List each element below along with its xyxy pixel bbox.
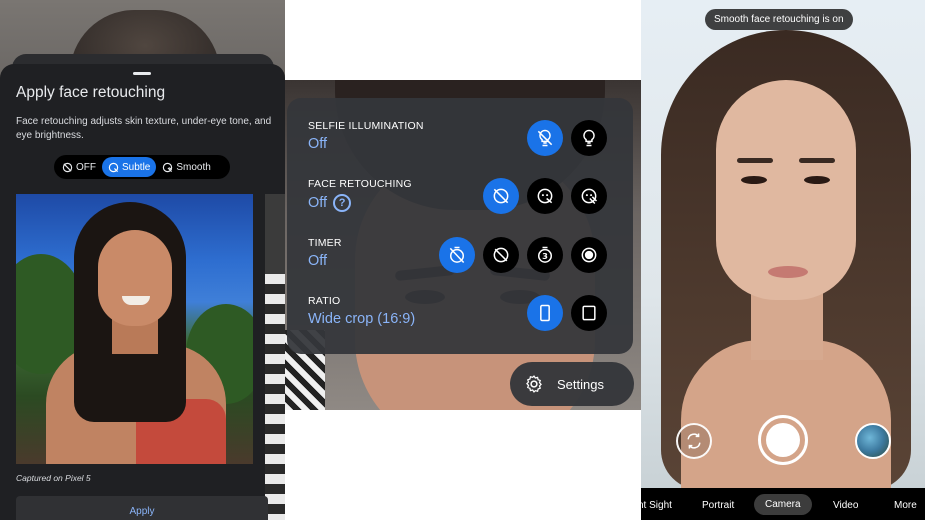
retouch-option-smooth-label: Smooth bbox=[176, 161, 211, 173]
retouch-option-subtle[interactable]: Subtle bbox=[102, 157, 157, 177]
selfie-illumination-row: SELFIE ILLUMINATION Off bbox=[308, 120, 424, 152]
timer-off-alt-icon bbox=[493, 247, 509, 263]
selfie-illumination-value-text: Off bbox=[308, 136, 328, 152]
sheet-title: Apply face retouching bbox=[16, 84, 166, 101]
face-retouch-smooth-button[interactable] bbox=[571, 178, 607, 214]
timer-3s-glyph: 3 bbox=[542, 251, 548, 261]
switch-camera-button[interactable] bbox=[676, 423, 712, 459]
timer-off-button[interactable] bbox=[439, 237, 475, 273]
camera-viewfinder[interactable]: Smooth face retouching is on bbox=[641, 0, 925, 488]
settings-label: Settings bbox=[557, 376, 604, 392]
timer-alt-off-button[interactable] bbox=[483, 237, 519, 273]
face-subtle-icon bbox=[537, 188, 553, 204]
face-retouch-off-button[interactable] bbox=[483, 178, 519, 214]
photo-subject-face bbox=[98, 230, 172, 326]
timer-label: TIMER bbox=[308, 237, 342, 249]
face-retouching-value-text: Off bbox=[308, 195, 328, 211]
subject-eye-right bbox=[804, 176, 830, 184]
photo-caption: Captured on Pixel 5 bbox=[16, 473, 91, 483]
switch-camera-icon bbox=[687, 433, 701, 449]
timer-value-text: Off bbox=[308, 253, 328, 269]
bulb-icon bbox=[583, 129, 595, 147]
face-smooth-icon bbox=[581, 188, 598, 205]
timer-10s-icon bbox=[581, 247, 597, 263]
timer-value: Off bbox=[308, 253, 342, 269]
ratio-16-9-button[interactable] bbox=[527, 295, 563, 331]
ratio-row: RATIO Wide crop (16:9) bbox=[308, 295, 415, 327]
retouch-option-smooth[interactable]: Smooth bbox=[156, 157, 216, 177]
face-retouching-label: FACE RETOUCHING bbox=[308, 178, 412, 190]
subject-eye-left bbox=[741, 176, 767, 184]
illumination-on-button[interactable] bbox=[571, 120, 607, 156]
gallery-thumbnail[interactable] bbox=[855, 423, 891, 459]
next-sample-photo[interactable] bbox=[265, 194, 285, 520]
sheet-description: Face retouching adjusts skin texture, un… bbox=[16, 116, 272, 141]
next-sample-photo-top bbox=[265, 194, 285, 274]
mode-portrait[interactable]: Portrait bbox=[702, 500, 734, 511]
shutter-inner bbox=[766, 423, 800, 457]
timer-3s-icon: 3 bbox=[538, 246, 552, 263]
sample-portrait-photo[interactable] bbox=[16, 194, 253, 464]
illumination-off-button[interactable] bbox=[527, 120, 563, 156]
camera-viewfinder-panel: Smooth face retouching is on nt Sight Po… bbox=[641, 0, 925, 520]
settings-button[interactable]: Settings bbox=[510, 362, 634, 406]
mode-more[interactable]: More bbox=[894, 500, 917, 511]
mode-night-sight[interactable]: nt Sight bbox=[641, 500, 672, 511]
face-retouching-row: FACE RETOUCHING Off ? bbox=[308, 178, 412, 212]
ratio-4-3-icon bbox=[582, 305, 596, 321]
ratio-16-9-icon bbox=[540, 304, 550, 322]
subject-lips bbox=[768, 266, 808, 278]
face-off-icon bbox=[493, 188, 509, 204]
help-icon[interactable]: ? bbox=[333, 194, 352, 212]
retouch-bottom-sheet: Apply face retouching Face retouching ad… bbox=[0, 64, 285, 520]
retouch-preview-panel: Apply face retouching Face retouching ad… bbox=[0, 0, 285, 520]
ratio-label: RATIO bbox=[308, 295, 341, 307]
retouch-option-off-label: OFF bbox=[76, 161, 96, 173]
mode-video[interactable]: Video bbox=[833, 500, 858, 511]
retouch-option-subtle-label: Subtle bbox=[122, 161, 151, 173]
retouch-status-toast: Smooth face retouching is on bbox=[705, 9, 853, 30]
face-smooth-icon bbox=[163, 162, 173, 172]
apply-button[interactable]: Apply bbox=[16, 496, 268, 520]
retouch-option-off[interactable]: OFF bbox=[56, 157, 102, 177]
ratio-value: Wide crop (16:9) bbox=[308, 311, 415, 327]
shutter-button[interactable] bbox=[758, 415, 808, 465]
subject-shoulders bbox=[681, 340, 891, 488]
timer-10s-button[interactable] bbox=[571, 237, 607, 273]
mode-camera[interactable]: Camera bbox=[754, 494, 812, 515]
selfie-illumination-value: Off bbox=[308, 136, 424, 152]
screenshot-stage: Apply face retouching Face retouching ad… bbox=[0, 0, 925, 520]
ratio-4-3-button[interactable] bbox=[571, 295, 607, 331]
subject-brow-left bbox=[737, 158, 773, 163]
timer-row: TIMER Off bbox=[308, 237, 342, 269]
face-retouching-value: Off ? bbox=[308, 194, 412, 212]
timer-off-icon bbox=[449, 246, 465, 264]
quick-settings-menu: SELFIE ILLUMINATION Off FACE RETOUCHING … bbox=[287, 98, 633, 354]
face-retouch-subtle-button[interactable] bbox=[527, 178, 563, 214]
face-subtle-icon bbox=[108, 162, 119, 172]
camera-mode-bar: nt Sight Portrait Camera Video More bbox=[641, 488, 925, 520]
retouch-segmented-control: OFF Subtle Smooth bbox=[54, 155, 230, 179]
timer-3s-button[interactable]: 3 bbox=[527, 237, 563, 273]
sheet-drag-handle[interactable] bbox=[133, 72, 151, 75]
camera-quick-settings-panel: SELFIE ILLUMINATION Off FACE RETOUCHING … bbox=[285, 0, 641, 520]
illumination-off-icon bbox=[537, 129, 553, 147]
selfie-illumination-label: SELFIE ILLUMINATION bbox=[308, 120, 424, 132]
face-off-icon bbox=[62, 162, 73, 172]
gear-icon bbox=[526, 375, 542, 393]
ratio-value-text: Wide crop (16:9) bbox=[308, 311, 416, 327]
subject-brow-right bbox=[799, 158, 835, 163]
